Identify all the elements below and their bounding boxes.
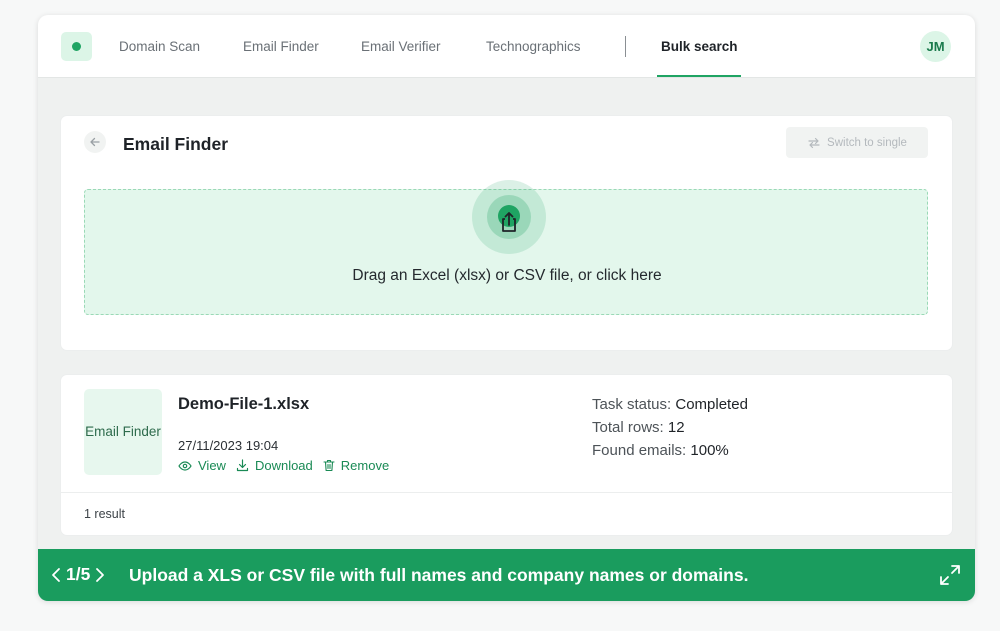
swap-icon xyxy=(808,137,820,148)
switch-label: Switch to single xyxy=(827,136,907,149)
file-dropzone[interactable]: Drag an Excel (xlsx) or CSV file, or cli… xyxy=(84,180,928,315)
total-rows-label: Total rows: xyxy=(592,419,664,436)
upload-card: Email Finder Switch to single Drag an Ex… xyxy=(61,116,952,350)
nav-email-finder[interactable]: Email Finder xyxy=(243,39,319,54)
task-status-value: Completed xyxy=(675,396,748,413)
trash-icon xyxy=(323,459,335,472)
file-date: 27/11/2023 19:04 xyxy=(178,438,279,453)
file-actions: View Download Remove xyxy=(178,458,389,473)
back-button[interactable] xyxy=(84,131,106,153)
nav-bulk-search[interactable]: Bulk search xyxy=(661,39,738,54)
page-title: Email Finder xyxy=(123,134,229,154)
eye-icon xyxy=(178,460,192,471)
app-window: Domain Scan Email Finder Email Verifier … xyxy=(38,15,975,601)
remove-label: Remove xyxy=(340,458,390,473)
task-status-label: Task status: xyxy=(592,396,672,413)
view-button[interactable]: View xyxy=(178,458,226,473)
tour-step-nav: 1/5 xyxy=(51,564,105,585)
upload-halo xyxy=(472,180,546,254)
user-avatar[interactable]: JM xyxy=(920,31,951,62)
active-tab-indicator xyxy=(657,75,741,77)
found-emails-label: Found emails: xyxy=(592,442,687,459)
logo-dot-icon xyxy=(72,42,81,51)
download-label: Download xyxy=(254,458,313,473)
nav-divider xyxy=(625,36,626,57)
download-icon xyxy=(236,459,249,472)
chevron-left-icon[interactable] xyxy=(51,567,61,583)
task-stats: Task status: Completed Total rows: 12 Fo… xyxy=(592,393,748,462)
arrow-left-icon xyxy=(90,137,100,147)
found-emails-row: Found emails: 100% xyxy=(592,439,748,462)
result-footer: 1 result xyxy=(61,492,952,535)
result-card: Email Finder Demo-File-1.xlsx 27/11/2023… xyxy=(61,375,952,535)
download-button[interactable]: Download xyxy=(236,458,313,473)
tour-banner: 1/5 Upload a XLS or CSV file with full n… xyxy=(38,549,975,601)
total-rows-value: 12 xyxy=(667,419,685,436)
top-navigation: Domain Scan Email Finder Email Verifier … xyxy=(38,15,975,78)
task-type-badge: Email Finder xyxy=(84,389,162,475)
found-emails-value: 100% xyxy=(690,442,729,459)
nav-domain-scan[interactable]: Domain Scan xyxy=(119,39,200,54)
task-status-row: Task status: Completed xyxy=(592,393,748,416)
nav-technographics[interactable]: Technographics xyxy=(486,39,581,54)
result-count: 1 result xyxy=(84,507,125,521)
total-rows-row: Total rows: 12 xyxy=(592,416,748,439)
upload-icon xyxy=(502,212,516,232)
tour-step-text: Upload a XLS or CSV file with full names… xyxy=(129,565,749,585)
view-label: View xyxy=(198,458,226,473)
logo[interactable] xyxy=(61,32,92,61)
tour-step-counter: 1/5 xyxy=(66,564,91,584)
upload-ring xyxy=(487,195,531,239)
nav-email-verifier[interactable]: Email Verifier xyxy=(361,39,441,54)
file-name: Demo-File-1.xlsx xyxy=(178,395,310,413)
switch-to-single-button[interactable]: Switch to single xyxy=(786,127,928,158)
chevron-right-icon[interactable] xyxy=(95,567,105,583)
expand-icon[interactable] xyxy=(939,564,961,586)
dropzone-text: Drag an Excel (xlsx) or CSV file, or cli… xyxy=(352,267,662,284)
remove-button[interactable]: Remove xyxy=(323,458,389,473)
